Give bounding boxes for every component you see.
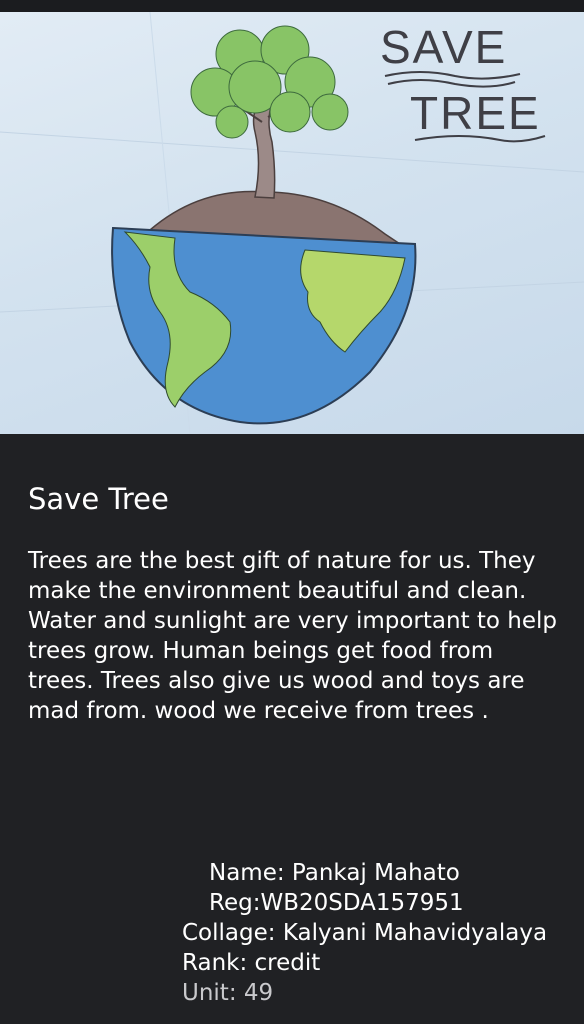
post-title: Save Tree [28,482,169,516]
drawing-text-save: SAVE [380,21,508,73]
author-name: Name: Pankaj Mahato [209,860,460,886]
post-image[interactable]: SAVE TREE [0,12,584,434]
author-college: Collage: Kalyani Mahavidyalaya [182,920,548,946]
post-body: Trees are the best gift of nature for us… [28,548,558,724]
post-content: Save Tree Trees are the best gift of nat… [0,434,584,1024]
drawing-text-tree: TREE [410,87,541,139]
author-info: Name: Pankaj Mahato Reg:WB20SDA157951 Co… [182,858,577,1008]
author-rank: Rank: credit [182,950,321,976]
author-unit: Unit: 49 [182,980,274,1006]
save-tree-drawing [0,12,584,434]
author-reg: Reg:WB20SDA157951 [209,890,464,916]
status-bar [0,0,584,12]
